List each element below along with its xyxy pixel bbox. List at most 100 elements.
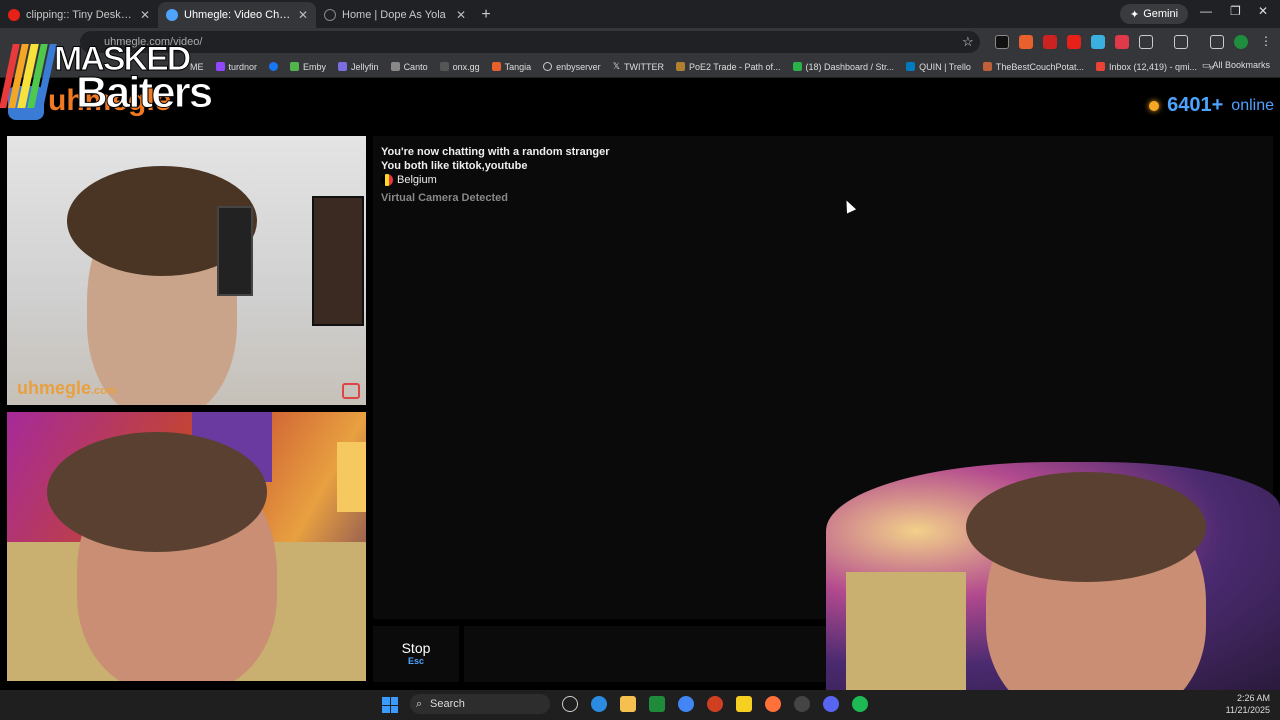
tab-title: clipping:: Tiny Desk Concert - Y xyxy=(26,9,134,21)
loading-icon xyxy=(324,9,336,21)
stop-hint: Esc xyxy=(407,656,424,666)
tab-uhmegle[interactable]: Uhmegle: Video Chat | Rand ✕ xyxy=(158,2,316,28)
obs-icon[interactable] xyxy=(794,696,810,712)
x-logo-icon: 𝕏 xyxy=(612,61,620,71)
report-flag-icon[interactable] xyxy=(342,383,360,399)
windows-start-icon[interactable] xyxy=(382,697,398,713)
play-icon[interactable] xyxy=(649,696,665,712)
masked-baiters-logo: MASKED Baiters xyxy=(0,38,226,118)
chat-status-message: You're now chatting with a random strang… xyxy=(381,146,610,158)
self-video xyxy=(7,412,366,681)
online-count: 6401+ xyxy=(1167,94,1224,116)
logo-line-2: Baiters xyxy=(75,68,213,118)
bookmark-item[interactable]: Jellyfin xyxy=(338,62,379,72)
all-bookmarks[interactable]: ▭ All Bookmarks xyxy=(1202,60,1270,71)
stripes-graphic xyxy=(0,44,57,108)
reading-list-icon[interactable] xyxy=(1210,35,1224,49)
youtube-icon xyxy=(8,9,20,21)
spotify-icon[interactable] xyxy=(852,696,868,712)
file-explorer-icon[interactable] xyxy=(620,696,636,712)
hair-shape xyxy=(47,432,267,552)
bookmark-item[interactable]: PoE2 Trade - Path of... xyxy=(675,62,781,72)
extension-icon[interactable] xyxy=(1115,35,1129,49)
globe-icon xyxy=(543,62,553,71)
trello-icon xyxy=(906,62,916,71)
tab-youtube[interactable]: clipping:: Tiny Desk Concert - Y ✕ xyxy=(0,2,158,28)
sparkle-icon: ✦ xyxy=(1130,8,1140,21)
stranger-video: uhmegle.com xyxy=(7,136,366,405)
bookmark-item[interactable]: Canto xyxy=(390,62,428,72)
extension-icon[interactable] xyxy=(995,35,1009,49)
bookmark-item[interactable]: QUIN | Trello xyxy=(906,62,971,72)
uhmegle-icon xyxy=(166,9,178,21)
extension-icon[interactable] xyxy=(1043,35,1057,49)
common-interests-message: You both like tiktok,youtube xyxy=(381,160,528,172)
star-icon[interactable]: ☆ xyxy=(962,34,974,50)
dashboard-icon xyxy=(792,62,802,71)
extension-icon[interactable] xyxy=(1091,35,1105,49)
app-icon[interactable] xyxy=(707,696,723,712)
hair-shape xyxy=(966,472,1206,582)
bookmark-item[interactable] xyxy=(269,62,279,71)
online-label: online xyxy=(1231,96,1274,114)
poe-icon xyxy=(675,62,685,71)
maximize-button[interactable]: ❐ xyxy=(1230,4,1241,18)
belgium-flag-icon xyxy=(381,174,393,187)
emby-icon xyxy=(290,62,300,71)
jellyfin-icon xyxy=(338,62,348,71)
facebook-icon xyxy=(269,62,279,71)
cast-icon[interactable] xyxy=(1174,35,1188,49)
chat-input[interactable] xyxy=(464,626,830,682)
close-window-button[interactable]: ✕ xyxy=(1258,4,1268,18)
discord-icon[interactable] xyxy=(823,696,839,712)
couch-shape xyxy=(846,572,966,692)
stop-button[interactable]: Stop Esc xyxy=(373,626,459,682)
minimize-button[interactable]: — xyxy=(1200,4,1212,18)
folder-icon: ▭ xyxy=(1201,60,1213,70)
bookmark-item[interactable]: enbyserver xyxy=(543,62,601,72)
extension-icon[interactable] xyxy=(1019,35,1033,49)
search-icon: ⌕ xyxy=(416,698,423,710)
lamp-shape xyxy=(337,442,366,512)
menu-icon[interactable]: ⋮ xyxy=(1260,34,1272,48)
gmail-icon xyxy=(1095,62,1105,71)
bookmark-item[interactable]: Tangia xyxy=(491,62,531,72)
close-icon[interactable]: ✕ xyxy=(456,8,466,22)
sticky-notes-icon[interactable] xyxy=(736,696,752,712)
tab-title: Uhmegle: Video Chat | Rand xyxy=(184,9,292,21)
streamer-webcam-overlay xyxy=(826,462,1280,692)
system-clock[interactable]: 2:26 AM 11/21/2025 xyxy=(1226,692,1270,716)
bookmark-item[interactable]: (18) Dashboard / Str... xyxy=(792,62,894,72)
chrome-icon[interactable] xyxy=(678,696,694,712)
onx-icon xyxy=(439,62,449,71)
tab-bar: clipping:: Tiny Desk Concert - Y ✕ Uhmeg… xyxy=(0,0,1280,28)
puzzle-icon[interactable] xyxy=(1139,35,1153,49)
tab-title: Home | Dope As Yola xyxy=(342,9,446,21)
close-icon[interactable]: ✕ xyxy=(298,8,308,22)
bookmark-item[interactable]: onx.gg xyxy=(439,62,480,72)
tangia-icon xyxy=(491,62,501,71)
wall-poster xyxy=(217,206,253,296)
gemini-button[interactable]: ✦ Gemini xyxy=(1120,4,1189,24)
virtual-camera-warning: Virtual Camera Detected xyxy=(381,192,508,204)
extension-icon[interactable] xyxy=(1067,35,1081,49)
new-tab-button[interactable]: + xyxy=(474,2,498,28)
tab-dope-as-yola[interactable]: Home | Dope As Yola ✕ xyxy=(316,2,474,28)
status-dot-icon xyxy=(1149,100,1160,111)
online-counter: 6401+ online xyxy=(1149,94,1274,117)
folder-icon xyxy=(390,62,400,71)
wall-poster xyxy=(312,196,364,326)
edge-icon[interactable] xyxy=(591,696,607,712)
widgets-icon[interactable] xyxy=(562,696,578,712)
bookmark-item[interactable]: Emby xyxy=(290,62,326,72)
couch-icon xyxy=(982,62,992,71)
country-message: Belgium xyxy=(381,174,437,187)
bookmark-item[interactable]: Inbox (12,419) - qmi... xyxy=(1095,62,1197,72)
close-icon[interactable]: ✕ xyxy=(140,8,150,22)
firefox-icon[interactable] xyxy=(765,696,781,712)
bookmark-item[interactable]: 𝕏 TWITTER xyxy=(613,61,664,72)
taskbar-search[interactable]: ⌕ Search xyxy=(410,694,550,714)
bookmark-item[interactable]: TheBestCouchPotat... xyxy=(982,62,1084,72)
avatar[interactable] xyxy=(1234,35,1248,49)
stop-label: Stop xyxy=(401,640,431,656)
